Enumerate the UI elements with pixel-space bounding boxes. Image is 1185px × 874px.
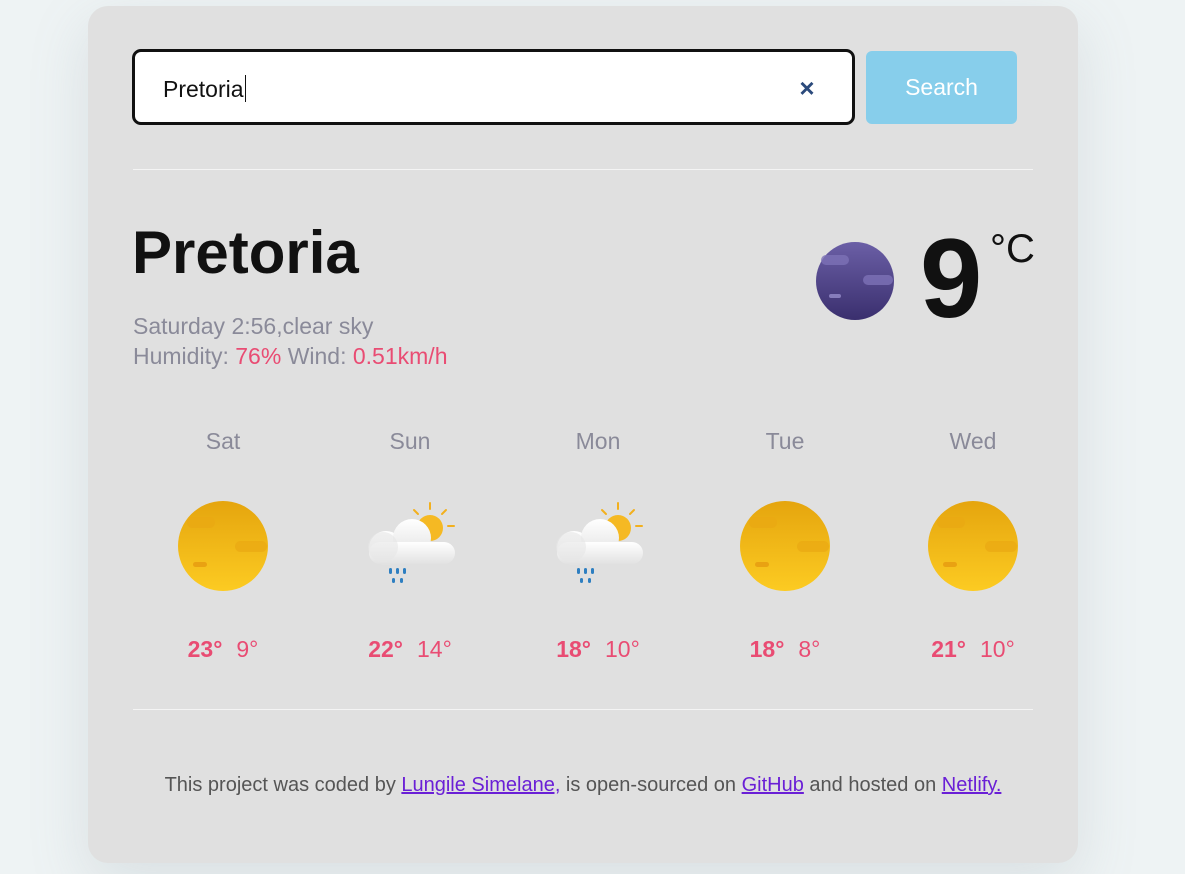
weather-details: Saturday 2:56,clear sky Humidity: 76% Wi… bbox=[133, 311, 447, 371]
temperature-unit: °C bbox=[990, 227, 1035, 271]
forecast-temps: 22° 14° bbox=[320, 636, 500, 663]
forecast-min-temp: 9° bbox=[236, 636, 259, 662]
forecast-day-name: Sat bbox=[205, 428, 241, 454]
forecast-temps: 18° 8° bbox=[695, 636, 875, 663]
footer: This project was coded by Lungile Simela… bbox=[88, 774, 1078, 797]
forecast-day-name: Sun bbox=[389, 428, 431, 454]
forecast-min-temp: 8° bbox=[798, 636, 821, 662]
forecast-day-name: Mon bbox=[575, 428, 621, 454]
sun-icon bbox=[177, 500, 269, 592]
search-form: Pretoria × Search bbox=[132, 49, 1017, 125]
divider bbox=[133, 709, 1033, 710]
sun-icon bbox=[739, 500, 831, 592]
forecast-min-temp: 10° bbox=[980, 636, 1015, 662]
forecast-day: Sun 22° 14° bbox=[320, 424, 500, 663]
footer-text: This project was coded by bbox=[164, 774, 402, 796]
forecast: Sat 23° 9° Sun 22° 14° Mon 18° 10° Tue 1… bbox=[133, 424, 1033, 674]
rain-sun-cloud-icon bbox=[552, 500, 644, 592]
forecast-day: Wed 21° 10° bbox=[883, 424, 1063, 663]
search-input-text: Pretoria bbox=[163, 76, 244, 102]
divider bbox=[133, 169, 1033, 170]
wind-label: Wind: bbox=[287, 343, 347, 369]
footer-text: and hosted on bbox=[803, 774, 942, 796]
text-caret bbox=[244, 75, 246, 103]
forecast-day: Mon 18° 10° bbox=[508, 424, 688, 663]
forecast-max-temp: 18° bbox=[556, 636, 591, 662]
rain-sun-cloud-icon bbox=[364, 500, 456, 592]
forecast-min-temp: 10° bbox=[605, 636, 640, 662]
wind-value: 0.51km/h bbox=[352, 343, 448, 369]
humidity-value: 76% bbox=[235, 343, 282, 369]
clear-icon[interactable]: × bbox=[795, 74, 819, 102]
forecast-temps: 23° 9° bbox=[133, 636, 313, 663]
search-input[interactable]: Pretoria × bbox=[132, 49, 855, 125]
netlify-link[interactable]: Netlify. bbox=[942, 774, 1002, 796]
humidity-label: Humidity: bbox=[133, 343, 229, 369]
author-link[interactable]: Lungile Simelane, bbox=[401, 774, 560, 796]
forecast-day: Sat 23° 9° bbox=[133, 424, 313, 663]
footer-text: is open-sourced on bbox=[560, 774, 742, 796]
forecast-max-temp: 23° bbox=[187, 636, 223, 662]
forecast-max-temp: 22° bbox=[368, 636, 403, 662]
search-button[interactable]: Search bbox=[866, 51, 1017, 124]
forecast-day: Tue 18° 8° bbox=[695, 424, 875, 663]
city-name: Pretoria bbox=[132, 219, 359, 286]
forecast-day-name: Wed bbox=[949, 428, 997, 454]
humidity-wind-line: Humidity: 76% Wind: 0.51km/h bbox=[133, 341, 447, 371]
weather-card: Pretoria × Search Pretoria Saturday 2:56… bbox=[88, 6, 1078, 863]
sun-icon bbox=[927, 500, 1019, 592]
forecast-temps: 21° 10° bbox=[883, 636, 1063, 663]
forecast-day-name: Tue bbox=[765, 428, 805, 454]
forecast-max-temp: 21° bbox=[931, 636, 966, 662]
github-link[interactable]: GitHub bbox=[742, 774, 804, 796]
forecast-min-temp: 14° bbox=[417, 636, 452, 662]
datetime-description: Saturday 2:56,clear sky bbox=[133, 313, 374, 339]
moon-clear-night-icon bbox=[816, 242, 894, 320]
forecast-temps: 18° 10° bbox=[508, 636, 688, 663]
current-temperature: 9 bbox=[920, 216, 983, 341]
search-input-value: Pretoria bbox=[163, 75, 246, 103]
forecast-max-temp: 18° bbox=[749, 636, 785, 662]
